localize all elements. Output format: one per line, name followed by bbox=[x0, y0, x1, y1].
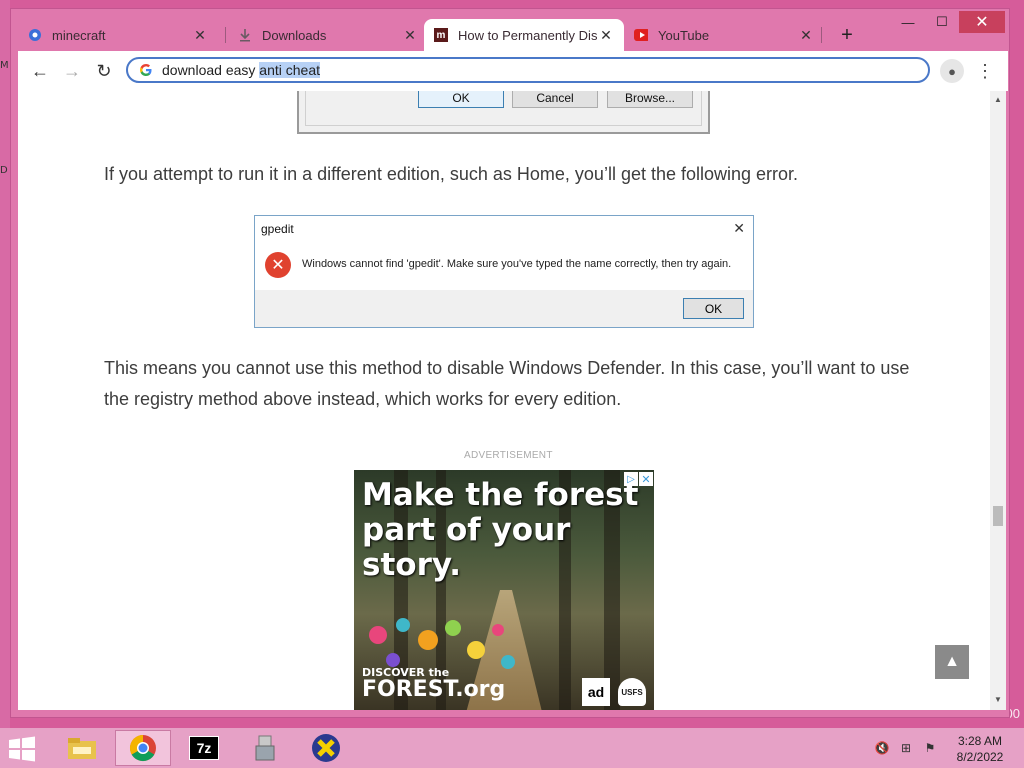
desktop-icon-label: M bbox=[0, 60, 9, 71]
back-button[interactable]: ← bbox=[26, 57, 54, 85]
tab-title: YouTube bbox=[658, 27, 710, 43]
tab-minecraft[interactable]: minecraft ✕ bbox=[18, 19, 218, 51]
start-button[interactable] bbox=[8, 736, 38, 762]
file-explorer-icon[interactable] bbox=[54, 730, 110, 766]
tab-title: Downloads bbox=[262, 27, 327, 43]
dialog-title: gpedit bbox=[261, 222, 294, 236]
back-to-top-button[interactable]: ▲ bbox=[935, 645, 969, 679]
scroll-down-icon[interactable]: ▼ bbox=[994, 695, 1002, 704]
scroll-up-icon[interactable]: ▲ bbox=[994, 95, 1002, 104]
close-tab-icon[interactable]: ✕ bbox=[598, 27, 614, 44]
dialog-footer bbox=[255, 290, 753, 327]
new-tab-button[interactable]: + bbox=[833, 21, 861, 49]
7zip-icon[interactable]: 7z bbox=[176, 730, 232, 766]
close-tab-icon[interactable]: ✕ bbox=[798, 27, 814, 44]
volume-muted-icon[interactable]: 🔇 bbox=[874, 740, 890, 756]
gpedit-error-screenshot: gpedit ✕ ✕ Windows cannot find 'gpedit'.… bbox=[254, 215, 754, 328]
article-paragraph: If you attempt to run it in a different … bbox=[104, 164, 799, 184]
error-message: Windows cannot find 'gpedit'. Make sure … bbox=[302, 258, 732, 270]
article-paragraph: This means you cannot use this method to… bbox=[104, 358, 910, 409]
browser-toolbar: ← → ↻ download easy anti cheat ● ⋮ bbox=[18, 51, 1008, 91]
close-tab-icon[interactable]: ✕ bbox=[192, 27, 208, 44]
profile-icon[interactable]: ● bbox=[940, 59, 964, 83]
ad-forest-text: FOREST.org bbox=[362, 677, 506, 702]
m-logo-icon: m bbox=[434, 28, 448, 42]
usfs-logo: USFS bbox=[618, 678, 646, 706]
chrome-icon[interactable] bbox=[115, 730, 171, 766]
menu-icon[interactable]: ⋮ bbox=[976, 59, 994, 83]
address-text: download easy bbox=[162, 62, 260, 78]
forward-button[interactable]: → bbox=[58, 57, 86, 85]
ad-headline: Make the forest part of your story. bbox=[362, 477, 639, 583]
youtube-icon bbox=[634, 28, 648, 42]
page-scrollbar[interactable]: ▲ ▼ bbox=[990, 91, 1006, 710]
ad-label: ADVERTISEMENT bbox=[464, 450, 553, 461]
run-cancel-button: Cancel bbox=[512, 91, 598, 108]
network-icon[interactable]: ⊞ bbox=[898, 740, 914, 756]
clock-date: 8/2/2022 bbox=[956, 750, 1004, 764]
taskbar: 7z 🔇 ⊞ ⚑ 3:28 AM 8/2/2022 bbox=[0, 728, 1024, 768]
ad-close-icon[interactable]: ✕ bbox=[639, 472, 653, 486]
system-clock[interactable]: 3:28 AM 8/2/2022 bbox=[955, 733, 1005, 765]
x-app-icon[interactable] bbox=[298, 730, 354, 766]
tab-strip: minecraft ✕ Downloads ✕ m How to Permane… bbox=[18, 19, 978, 51]
scroll-thumb[interactable] bbox=[993, 506, 1003, 526]
desktop-icon-label: D bbox=[0, 165, 8, 176]
tab-title: How to Permanently Disa bbox=[458, 27, 598, 43]
tab-youtube[interactable]: YouTube ✕ bbox=[624, 19, 824, 51]
tab-separator bbox=[225, 27, 226, 43]
tab-separator bbox=[821, 27, 822, 43]
page-content: OK Cancel Browse... If you attempt to ru… bbox=[18, 91, 992, 710]
adchoices-icon[interactable]: ▷ bbox=[624, 472, 638, 486]
tab-downloads[interactable]: Downloads ✕ bbox=[228, 19, 428, 51]
error-icon: ✕ bbox=[265, 252, 291, 278]
blue-swirl-icon bbox=[28, 28, 42, 42]
run-browse-button: Browse... bbox=[607, 91, 693, 108]
clock-time: 3:28 AM bbox=[957, 734, 1003, 748]
run-dialog-fragment: OK Cancel Browse... bbox=[297, 91, 710, 134]
address-text-selected: anti cheat bbox=[259, 62, 321, 78]
tab-how-to-disable[interactable]: m How to Permanently Disa ✕ bbox=[424, 19, 624, 51]
dialog-ok-button: OK bbox=[683, 298, 744, 319]
google-icon bbox=[138, 62, 154, 78]
tab-title: minecraft bbox=[52, 27, 106, 43]
dialog-close-icon: ✕ bbox=[733, 220, 745, 236]
close-tab-icon[interactable]: ✕ bbox=[402, 27, 418, 44]
ad-council-logo: ad bbox=[582, 678, 610, 706]
advertisement-banner[interactable]: Make the forest part of your story. ▷ ✕ … bbox=[354, 470, 654, 710]
run-ok-button: OK bbox=[418, 91, 504, 108]
reload-button[interactable]: ↻ bbox=[90, 57, 118, 85]
usb-tool-icon[interactable] bbox=[237, 730, 293, 766]
download-icon bbox=[238, 28, 252, 42]
address-bar[interactable]: download easy anti cheat bbox=[126, 57, 930, 83]
desktop-edge bbox=[0, 0, 10, 728]
action-center-flag-icon[interactable]: ⚑ bbox=[922, 740, 938, 756]
